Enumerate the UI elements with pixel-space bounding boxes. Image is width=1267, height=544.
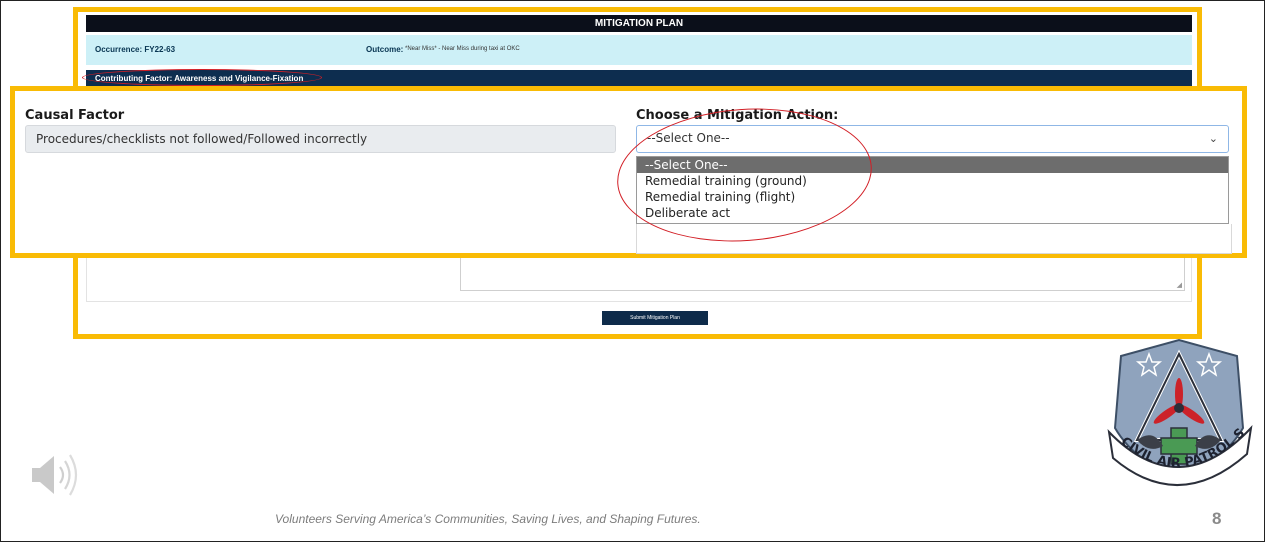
resize-grip-icon[interactable]: ◢ — [1177, 281, 1182, 289]
zoomed-callout-panel: Causal Factor Procedures/checklists not … — [10, 86, 1247, 258]
speaker-icon[interactable] — [30, 446, 88, 510]
page-number: 8 — [1212, 509, 1222, 528]
causal-factor-field: Procedures/checklists not followed/Follo… — [25, 125, 616, 153]
submit-mitigation-plan-button[interactable]: Submit Mitigation Plan — [602, 311, 708, 325]
contributing-factor-annotation-circle — [82, 69, 322, 86]
civil-air-patrol-safety-seal-icon: CIVIL AIR PATROL SAFETY — [1103, 336, 1253, 486]
chevron-down-icon[interactable]: ⌄ — [1209, 126, 1218, 151]
footer-tagline: Volunteers Serving America’s Communities… — [275, 512, 701, 526]
causal-factor-heading: Causal Factor — [25, 108, 125, 123]
outcome-label: Outcome: — [366, 45, 404, 54]
occurrence-row: Occurrence: FY22-63 Outcome: *Near Miss*… — [86, 35, 1192, 65]
outcome-value: *Near Miss* - Near Miss during taxi at O… — [405, 46, 520, 52]
mitigation-plan-header: MITIGATION PLAN — [86, 15, 1192, 32]
occurrence-label: Occurrence: FY22-63 — [95, 45, 176, 54]
